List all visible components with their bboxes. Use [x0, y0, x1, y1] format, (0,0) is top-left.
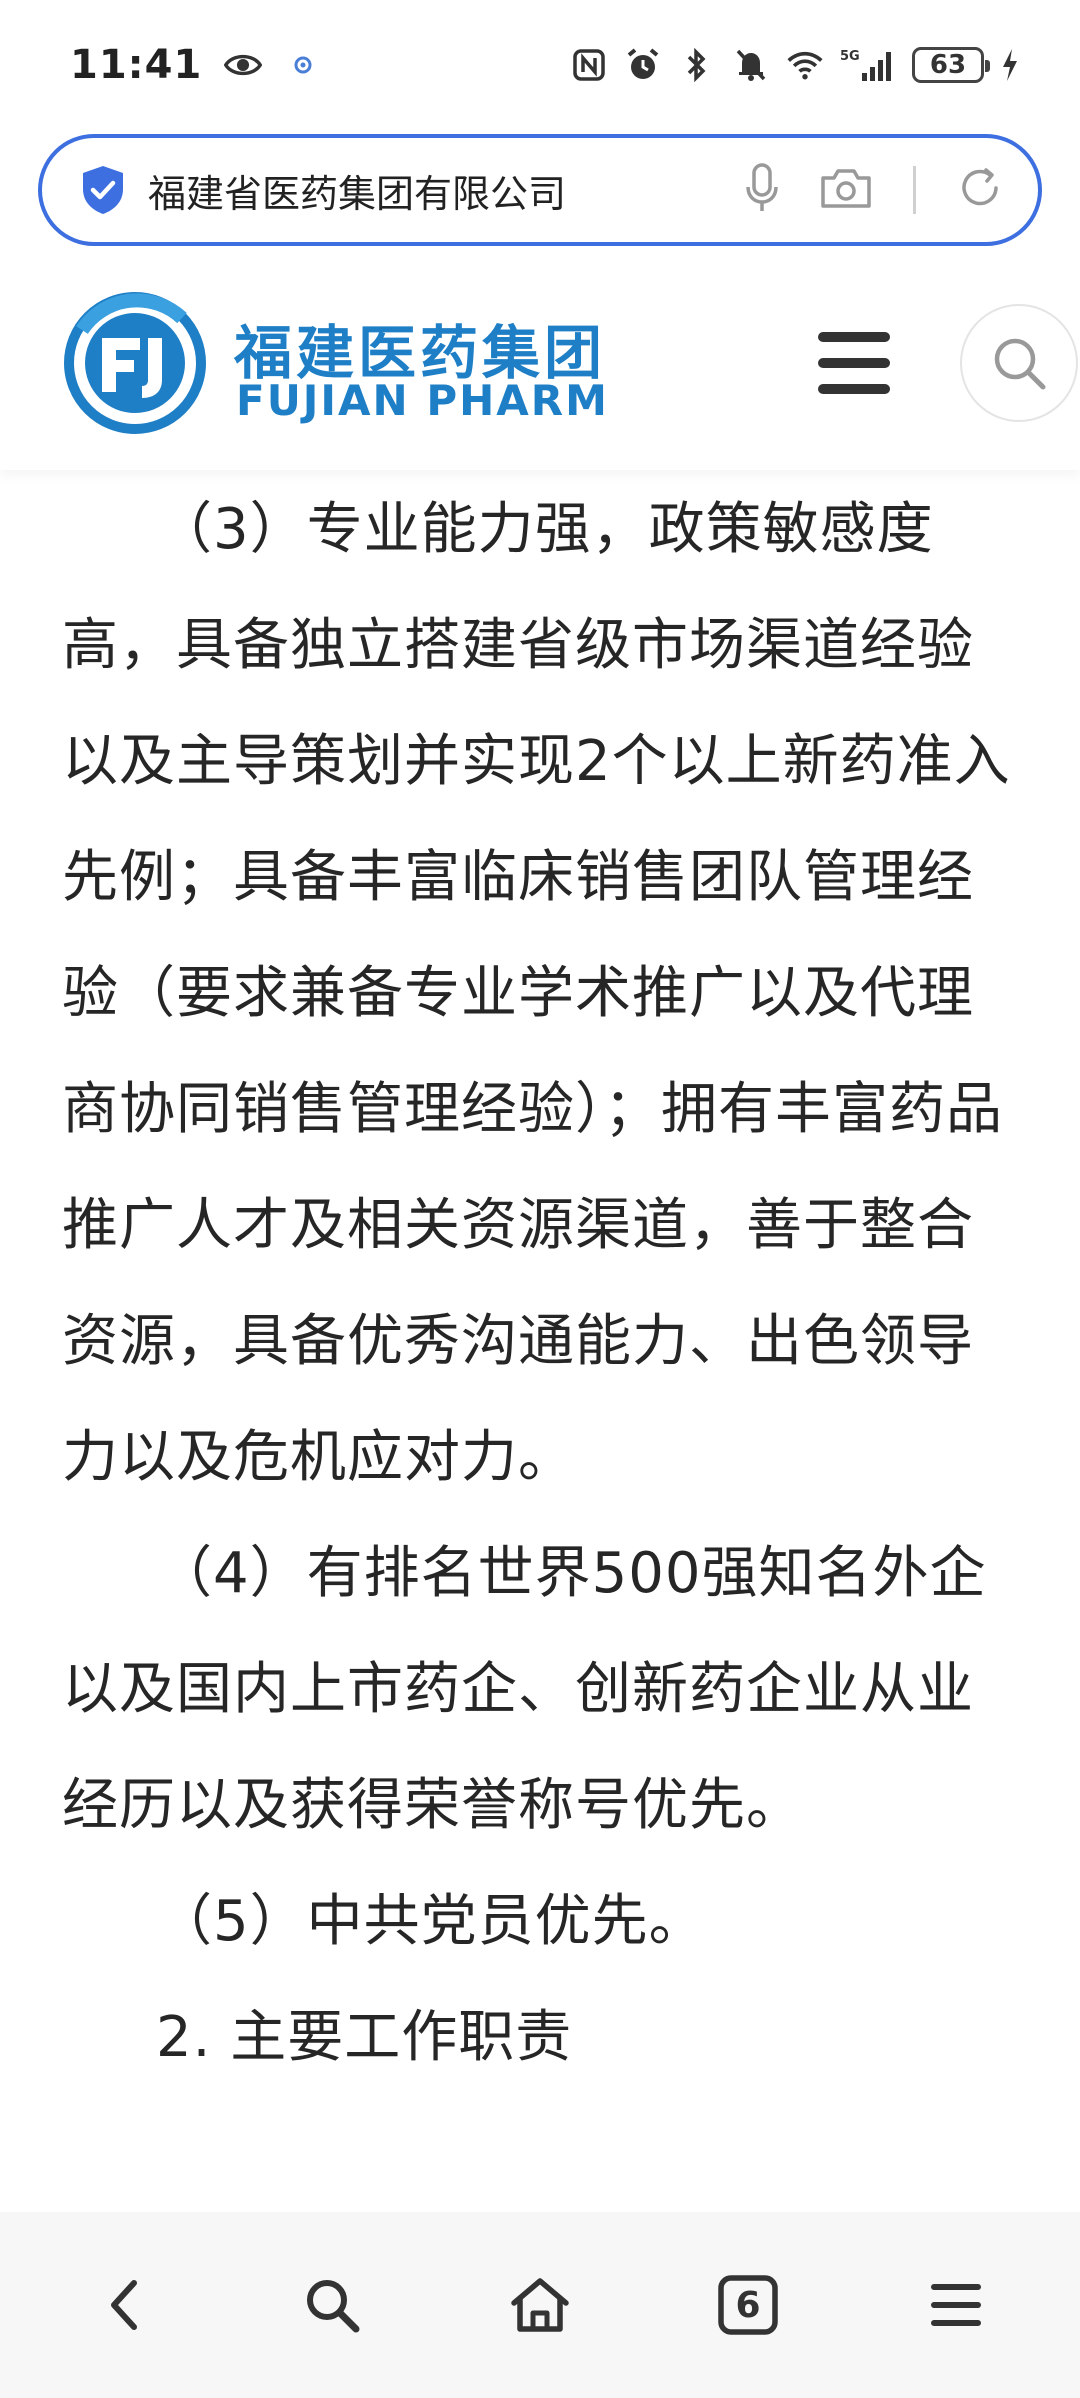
- app-notification-icon: [284, 46, 322, 84]
- site-menu-icon[interactable]: [818, 332, 890, 394]
- status-time: 11:41: [70, 42, 203, 88]
- article-paragraph-4: （4）有排名世界500强知名外企以及国内上市药企、创新药企业从业经历以及获得荣誉…: [62, 1541, 987, 1838]
- mute-bell-icon: [732, 46, 770, 84]
- battery-indicator: 63: [912, 47, 990, 83]
- article-paragraph-3: （3）专业能力强，政策敏感度高，具备独立搭建省级市场渠道经验以及主导策划并实现2…: [62, 497, 1011, 1490]
- site-search-button[interactable]: [960, 304, 1078, 422]
- search-bar-divider: [913, 166, 916, 214]
- alarm-icon: [624, 46, 662, 84]
- more-menu-button[interactable]: [901, 2250, 1011, 2360]
- article-section-heading: 2. 主要工作职责: [156, 2005, 573, 2070]
- back-button[interactable]: [69, 2250, 179, 2360]
- charging-icon: [1000, 46, 1020, 84]
- nfc-icon: [570, 46, 608, 84]
- browser-bottom-nav: 6: [0, 2212, 1080, 2398]
- fujian-pharm-logo-icon[interactable]: [62, 290, 208, 436]
- address-search-bar[interactable]: 福建省医药集团有限公司: [38, 134, 1042, 246]
- home-icon: [511, 2278, 569, 2332]
- search-icon: [307, 2280, 360, 2333]
- eye-icon: [224, 46, 263, 84]
- security-shield-icon: [83, 166, 123, 214]
- camera-icon[interactable]: [819, 166, 873, 214]
- article-paragraph-5: （5）中共党员优先。: [156, 1889, 706, 1954]
- search-button[interactable]: [277, 2250, 387, 2360]
- bluetooth-icon: [678, 46, 716, 84]
- chevron-left-icon: [111, 2280, 137, 2330]
- microphone-icon[interactable]: [745, 163, 779, 217]
- site-header: 福建医药集团 FUJIAN PHARM: [0, 270, 1080, 470]
- tabs-count: 6: [735, 2284, 761, 2326]
- refresh-icon[interactable]: [956, 164, 1004, 216]
- search-icon: [994, 338, 1046, 390]
- home-button[interactable]: [485, 2250, 595, 2360]
- svg-text:5G: 5G: [840, 49, 860, 64]
- browser-page: 11:41 5G 63 福建省医药集团有限公司 福建医药集团 FUJIAN PH…: [0, 0, 1080, 2398]
- logo-english-name: FUJIAN PHARM: [236, 376, 609, 425]
- cellular-5g-icon: 5G: [840, 46, 896, 84]
- wifi-icon: [786, 46, 824, 84]
- search-query-text[interactable]: 福建省医药集团有限公司: [148, 163, 745, 218]
- battery-level: 63: [929, 50, 967, 80]
- menu-icon: [931, 2284, 981, 2326]
- article-content: （3）专业能力强，政策敏感度高，具备独立搭建省级市场渠道经验以及主导策划并实现2…: [0, 472, 1080, 2212]
- status-bar: 11:41 5G 63: [0, 0, 1080, 130]
- tabs-button[interactable]: 6: [693, 2250, 803, 2360]
